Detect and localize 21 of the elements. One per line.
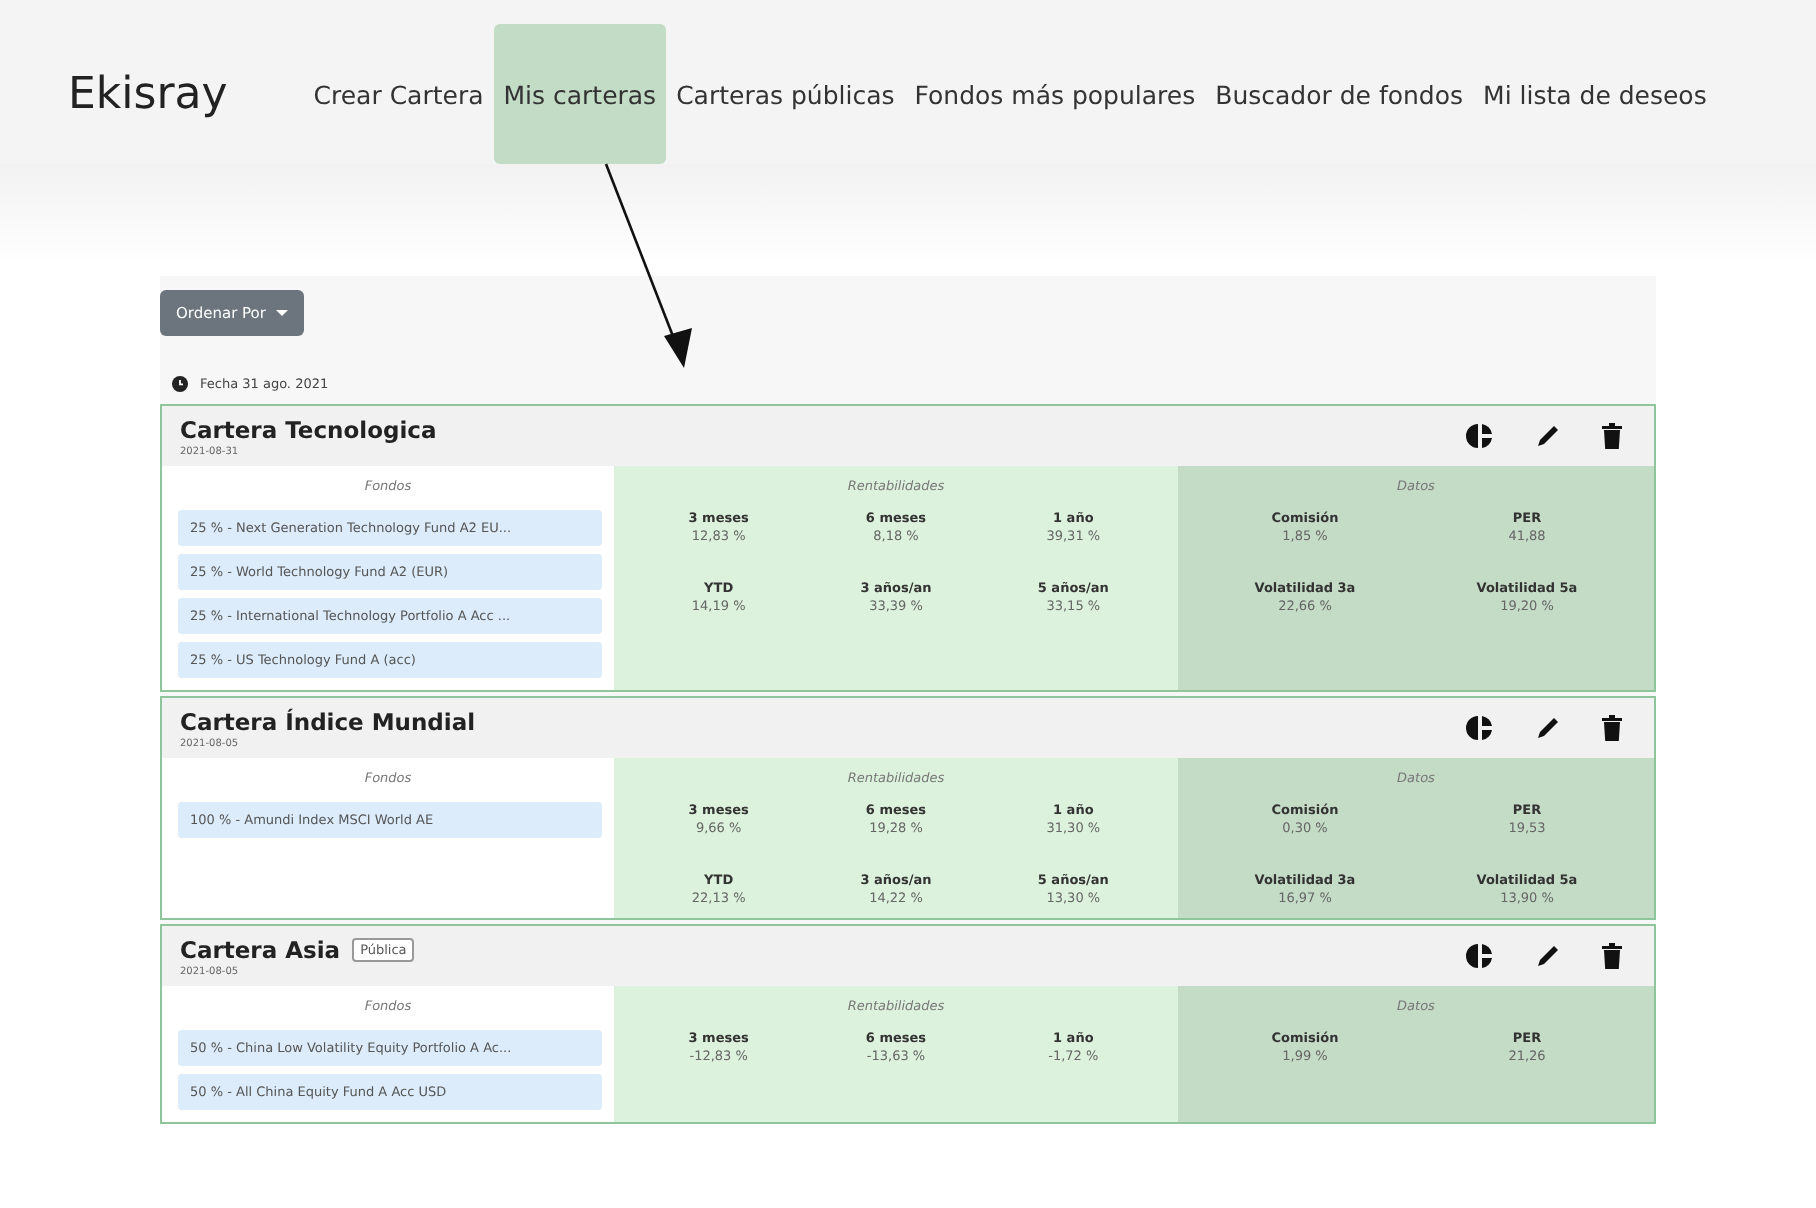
pencil-icon[interactable]: [1534, 422, 1562, 450]
portfolio-name: Cartera Tecnologica: [180, 415, 437, 443]
trash-icon[interactable]: [1602, 714, 1622, 742]
portfolio-name: Cartera Índice Mundial: [180, 707, 476, 735]
portfolio-name: Cartera Asia: [180, 935, 341, 963]
nav-link[interactable]: Crear Cartera: [303, 24, 494, 164]
pencil-icon[interactable]: [1534, 942, 1562, 970]
clock-icon: [172, 376, 188, 392]
pencil-icon[interactable]: [1534, 714, 1562, 742]
brand-logo[interactable]: Ekisray: [68, 69, 228, 119]
nav-link[interactable]: Mi lista de deseos: [1473, 24, 1717, 164]
caret-icon: [275, 310, 288, 316]
nav-link[interactable]: Mis carteras: [493, 24, 667, 164]
trash-icon[interactable]: [1602, 422, 1622, 450]
pie-chart-icon[interactable]: [1466, 714, 1494, 742]
pie-chart-icon[interactable]: [1466, 422, 1494, 450]
nav-link[interactable]: Buscador de fondos: [1205, 24, 1474, 164]
nav-link[interactable]: Fondos más populares: [904, 24, 1206, 164]
pie-chart-icon[interactable]: [1466, 942, 1494, 970]
trash-icon[interactable]: [1602, 942, 1622, 970]
nav-link[interactable]: Carteras públicas: [666, 24, 905, 164]
